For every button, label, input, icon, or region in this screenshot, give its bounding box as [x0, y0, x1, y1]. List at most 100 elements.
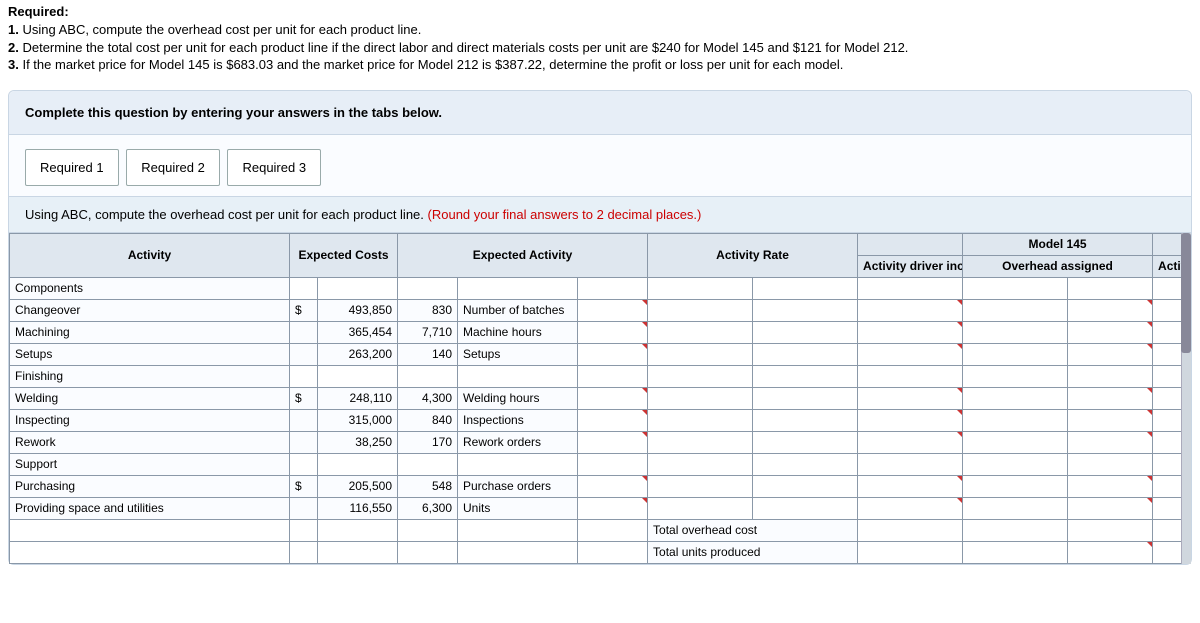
- expected-cost: 365,454: [318, 321, 398, 343]
- intro-line-2: Determine the total cost per unit for ea…: [22, 40, 908, 55]
- overhead-assigned-145[interactable]: [1068, 475, 1153, 497]
- expected-cost: 493,850: [318, 299, 398, 321]
- overhead-assigned-145[interactable]: [1068, 409, 1153, 431]
- totals-driver: [858, 519, 963, 541]
- overhead-sym-145: [963, 387, 1068, 409]
- dollar-sign: [290, 431, 318, 453]
- totals-empty: [578, 541, 648, 563]
- intro-line-1-num: 1.: [8, 22, 19, 37]
- group-title-0: Components: [10, 277, 290, 299]
- expected-qty: 7,710: [398, 321, 458, 343]
- totals-empty: [10, 541, 290, 563]
- overhead-assigned-145[interactable]: [1068, 321, 1153, 343]
- totals-oval[interactable]: [1068, 541, 1153, 563]
- activity-name: Providing space and utilities: [10, 497, 290, 519]
- driver-incurred-145[interactable]: [858, 497, 963, 519]
- group-empty: [753, 365, 858, 387]
- sub-instruction-text: Using ABC, compute the overhead cost per…: [25, 207, 428, 222]
- overhead-assigned-145[interactable]: [1068, 299, 1153, 321]
- scrollbar-thumb[interactable]: [1181, 233, 1191, 353]
- expected-unit: Purchase orders: [458, 475, 578, 497]
- expected-qty: 840: [398, 409, 458, 431]
- expected-unit: Welding hours: [458, 387, 578, 409]
- activity-name: Welding: [10, 387, 290, 409]
- rate-sym: [648, 431, 753, 453]
- group-empty: [578, 453, 648, 475]
- group-empty: [753, 453, 858, 475]
- driver-incurred-145[interactable]: [858, 343, 963, 365]
- overhead-sym-145: [963, 321, 1068, 343]
- totals-label-0: Total overhead cost: [648, 519, 858, 541]
- th-expected-costs: Expected Costs: [290, 233, 398, 277]
- tabs-row: Required 1 Required 2 Required 3: [9, 135, 1191, 186]
- overhead-assigned-145[interactable]: [1068, 431, 1153, 453]
- table-body: ComponentsChangeover$493,850830Number of…: [10, 277, 1192, 563]
- totals-empty: [290, 541, 318, 563]
- totals-osym: [963, 519, 1068, 541]
- expected-cost: 38,250: [318, 431, 398, 453]
- expected-unit: Number of batches: [458, 299, 578, 321]
- totals-empty: [398, 519, 458, 541]
- group-empty: [648, 277, 753, 299]
- expected-cost: 248,110: [318, 387, 398, 409]
- expected-activity-extra[interactable]: [578, 387, 648, 409]
- driver-incurred-145[interactable]: [858, 387, 963, 409]
- driver-incurred-145[interactable]: [858, 431, 963, 453]
- overhead-assigned-145[interactable]: [1068, 343, 1153, 365]
- group-title-1: Finishing: [10, 365, 290, 387]
- totals-osym: [963, 541, 1068, 563]
- expected-cost: 315,000: [318, 409, 398, 431]
- expected-activity-extra[interactable]: [578, 475, 648, 497]
- group-empty: [458, 365, 578, 387]
- group-empty: [1068, 453, 1153, 475]
- th-model-145: Model 145: [963, 233, 1153, 255]
- totals-empty: [398, 541, 458, 563]
- th-activity: Activity: [10, 233, 290, 277]
- expected-activity-extra[interactable]: [578, 431, 648, 453]
- totals-empty: [578, 519, 648, 541]
- driver-incurred-145[interactable]: [858, 475, 963, 497]
- overhead-assigned-145[interactable]: [1068, 387, 1153, 409]
- tab-required-1[interactable]: Required 1: [25, 149, 119, 186]
- activity-name: Changeover: [10, 299, 290, 321]
- expected-cost: 263,200: [318, 343, 398, 365]
- expected-activity-extra[interactable]: [578, 497, 648, 519]
- expected-qty: 6,300: [398, 497, 458, 519]
- totals-empty: [290, 519, 318, 541]
- driver-incurred-145[interactable]: [858, 299, 963, 321]
- expected-activity-extra[interactable]: [578, 409, 648, 431]
- driver-incurred-145[interactable]: [858, 409, 963, 431]
- rate-sym: [648, 321, 753, 343]
- th-driver-incurred: Activity driver incurred: [858, 255, 963, 277]
- overhead-sym-145: [963, 343, 1068, 365]
- overhead-sym-145: [963, 475, 1068, 497]
- grid-wrap: Activity Expected Costs Expected Activit…: [9, 233, 1191, 564]
- tab-required-2[interactable]: Required 2: [126, 149, 220, 186]
- th-overhead-assigned: Overhead assigned: [963, 255, 1153, 277]
- activity-name: Setups: [10, 343, 290, 365]
- intro-line-3-num: 3.: [8, 57, 19, 72]
- expected-activity-extra[interactable]: [578, 299, 648, 321]
- expected-activity-extra[interactable]: [578, 343, 648, 365]
- expected-cost: 116,550: [318, 497, 398, 519]
- group-empty: [398, 277, 458, 299]
- driver-incurred-145[interactable]: [858, 321, 963, 343]
- tab-required-3[interactable]: Required 3: [227, 149, 321, 186]
- overhead-assigned-145[interactable]: [1068, 497, 1153, 519]
- group-empty: [290, 277, 318, 299]
- group-empty: [858, 453, 963, 475]
- intro-line-1: Using ABC, compute the overhead cost per…: [22, 22, 421, 37]
- expected-qty: 830: [398, 299, 458, 321]
- activity-name: Purchasing: [10, 475, 290, 497]
- rate-sym: [648, 299, 753, 321]
- vertical-scrollbar[interactable]: [1181, 233, 1191, 564]
- rate-sym: [648, 409, 753, 431]
- totals-empty: [458, 541, 578, 563]
- group-empty: [963, 453, 1068, 475]
- rate-val: [753, 497, 858, 519]
- intro-line-3: If the market price for Model 145 is $68…: [22, 57, 843, 72]
- expected-unit: Inspections: [458, 409, 578, 431]
- expected-qty: 4,300: [398, 387, 458, 409]
- expected-activity-extra[interactable]: [578, 321, 648, 343]
- expected-unit: Setups: [458, 343, 578, 365]
